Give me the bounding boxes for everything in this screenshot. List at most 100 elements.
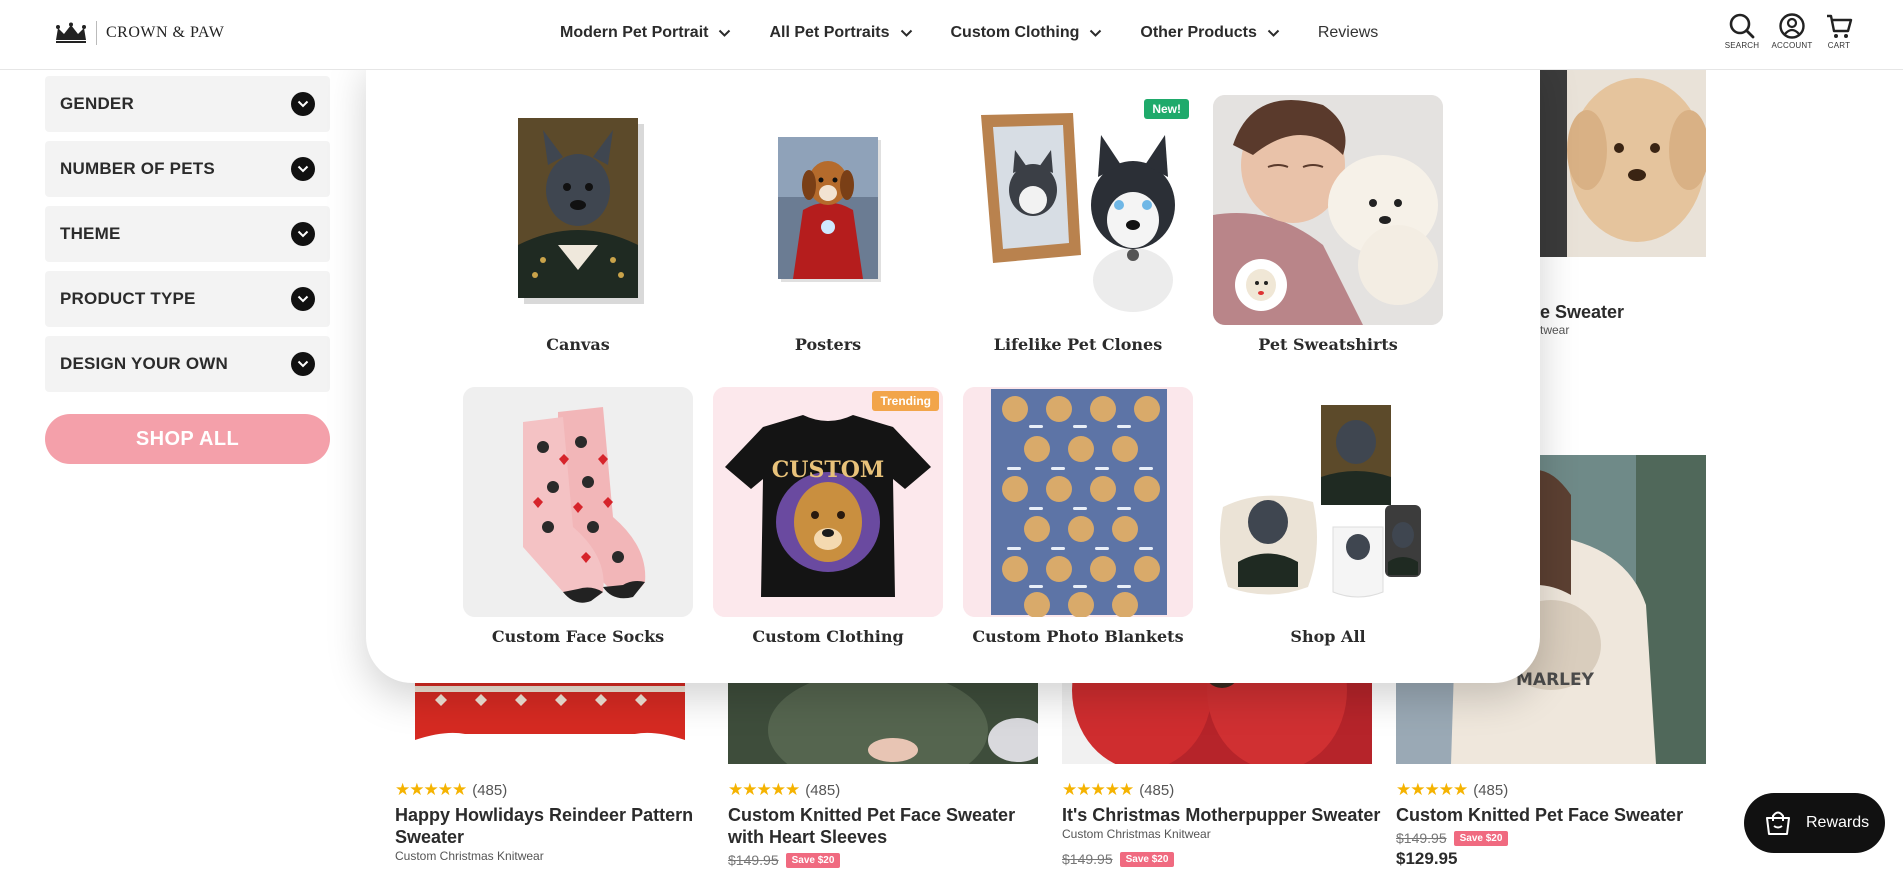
chevron-down-icon (1090, 29, 1102, 37)
filter-label: THEME (60, 224, 121, 243)
star-rating: ★★★★★ (1396, 780, 1468, 799)
peek-product-title[interactable]: e Sweater (1540, 302, 1624, 323)
svg-text:MARLEY: MARLEY (1516, 670, 1595, 690)
nav-all-pet-portraits[interactable]: All Pet Portraits (769, 24, 912, 42)
chevron-down-icon (719, 29, 731, 37)
filter-label: DESIGN YOUR OWN (60, 354, 228, 373)
tile-label: Posters (794, 335, 862, 354)
menu-tile-custom-clothing[interactable]: Trending CUSTOM Custom Clothing (713, 387, 943, 646)
search-label: SEARCH (1724, 41, 1760, 50)
account-icon (1779, 13, 1805, 39)
filter-sidebar: GENDER NUMBER OF PETS THEME PRODUCT TYPE… (45, 76, 330, 401)
account-button[interactable]: ACCOUNT (1768, 12, 1816, 50)
chevron-down-icon (291, 157, 315, 181)
brand-logo[interactable]: CROWN & PAW (54, 20, 224, 46)
rewards-label: Rewards (1806, 814, 1870, 831)
brand-name: CROWN & PAW (106, 24, 225, 41)
product-title[interactable]: Happy Howlidays Reindeer Pattern Sweater (395, 804, 715, 848)
save-badge: Save $20 (785, 852, 841, 868)
star-rating: ★★★★★ (1062, 780, 1134, 799)
review-count: (485) (805, 781, 841, 799)
save-badge: Save $20 (1119, 851, 1175, 867)
crown-icon (56, 22, 86, 43)
shop-all-button[interactable]: SHOP ALL (45, 414, 330, 464)
original-price: $149.95 (1396, 830, 1447, 846)
menu-tile-custom-photo-blankets[interactable]: Custom Photo Blankets (963, 387, 1193, 646)
cart-button[interactable]: CART (1815, 12, 1863, 50)
chevron-down-icon (900, 29, 912, 37)
menu-tile-canvas[interactable]: Canvas (463, 95, 693, 354)
product-title[interactable]: It's Christmas Motherpupper Sweater (1062, 804, 1382, 826)
tshirt-image: Trending CUSTOM (713, 387, 943, 617)
filter-label: GENDER (60, 94, 134, 113)
review-count: (485) (1473, 781, 1509, 799)
search-button[interactable]: SEARCH (1718, 12, 1766, 50)
nav-label: Reviews (1317, 24, 1379, 41)
review-count: (485) (472, 781, 508, 799)
product-title[interactable]: Custom Knitted Pet Face Sweater with Hea… (728, 804, 1048, 848)
nav-label: Custom Clothing (950, 24, 1080, 41)
filter-theme[interactable]: THEME (45, 206, 330, 262)
menu-tile-shop-all[interactable]: Shop All (1213, 387, 1443, 646)
blanket-image (963, 387, 1193, 617)
filter-number-of-pets[interactable]: NUMBER OF PETS (45, 141, 330, 197)
product-subtitle: Custom Christmas Knitwear (395, 849, 544, 863)
logo-divider (96, 21, 97, 45)
sale-price: $129.95 (1396, 849, 1458, 868)
rating: ★★★★★ (485) (1396, 780, 1716, 800)
filter-design-your-own[interactable]: DESIGN YOUR OWN (45, 336, 330, 392)
site-header: CROWN & PAW Modern Pet Portrait All Pet … (0, 0, 1903, 70)
product-card[interactable]: ★★★★★ (485) Custom Knitted Pet Face Sweat… (1396, 780, 1716, 869)
menu-tile-posters[interactable]: Posters (713, 95, 943, 354)
price-row: $149.95 Save $20 (1396, 830, 1716, 846)
star-rating: ★★★★★ (728, 780, 800, 799)
canvas-image (463, 95, 693, 325)
mega-menu-dropdown: Canvas Posters New! Lifelike Pet Clones … (366, 58, 1540, 683)
tile-label: Pet Sweatshirts (1258, 335, 1398, 354)
save-badge: Save $20 (1453, 830, 1509, 846)
main-nav: Modern Pet Portrait All Pet Portraits Cu… (560, 0, 1416, 66)
filter-label: NUMBER OF PETS (60, 159, 215, 178)
filter-gender[interactable]: GENDER (45, 76, 330, 132)
rewards-button[interactable]: Rewards (1744, 793, 1885, 853)
nav-label: Other Products (1140, 24, 1257, 41)
peek-product-subtitle: twear (1540, 323, 1570, 337)
product-card[interactable]: ★★★★★ (485) Custom Knitted Pet Face Sweat… (728, 780, 1048, 868)
cart-label: CART (1827, 41, 1851, 50)
product-card[interactable]: ★★★★★ (485) It's Christmas Motherpupper S… (1062, 780, 1382, 867)
menu-tile-pet-sweatshirts[interactable]: Pet Sweatshirts (1213, 95, 1443, 354)
menu-tile-custom-face-socks[interactable]: Custom Face Socks (463, 387, 693, 646)
nav-custom-clothing[interactable]: Custom Clothing (951, 24, 1103, 42)
svg-text:CUSTOM: CUSTOM (772, 457, 884, 483)
price-row: $149.95 Save $20 (728, 852, 1048, 868)
tile-label: Custom Clothing (752, 627, 904, 646)
review-count: (485) (1139, 781, 1175, 799)
search-icon (1729, 13, 1755, 39)
rating: ★★★★★ (485) (395, 780, 715, 800)
product-title[interactable]: Custom Knitted Pet Face Sweater (1396, 804, 1716, 826)
sweatshirt-image (1213, 95, 1443, 325)
tile-label: Shop All (1290, 627, 1366, 646)
original-price: $149.95 (1062, 851, 1113, 867)
star-rating: ★★★★★ (395, 780, 467, 799)
price-row: $149.95 Save $20 (1062, 851, 1382, 867)
nav-label: All Pet Portraits (769, 24, 890, 41)
nav-label: Modern Pet Portrait (560, 24, 709, 41)
original-price: $149.95 (728, 852, 779, 868)
pet-clone-image: New! (963, 95, 1193, 325)
chevron-down-icon (291, 222, 315, 246)
nav-modern-pet-portrait[interactable]: Modern Pet Portrait (560, 24, 731, 42)
account-label: ACCOUNT (1771, 41, 1813, 50)
rating: ★★★★★ (485) (1062, 780, 1382, 800)
product-card[interactable]: ★★★★★ (485) Happy Howlidays Reindeer Patt… (395, 780, 715, 863)
chevron-down-icon (291, 287, 315, 311)
filter-label: PRODUCT TYPE (60, 289, 196, 308)
nav-other-products[interactable]: Other Products (1140, 24, 1280, 42)
filter-product-type[interactable]: PRODUCT TYPE (45, 271, 330, 327)
menu-tile-lifelike-pet-clones[interactable]: New! Lifelike Pet Clones (963, 95, 1193, 354)
chevron-down-icon (291, 352, 315, 376)
nav-reviews[interactable]: Reviews (1318, 24, 1378, 42)
cart-icon (1827, 14, 1853, 38)
chevron-down-icon (291, 92, 315, 116)
poster-image (713, 95, 943, 325)
